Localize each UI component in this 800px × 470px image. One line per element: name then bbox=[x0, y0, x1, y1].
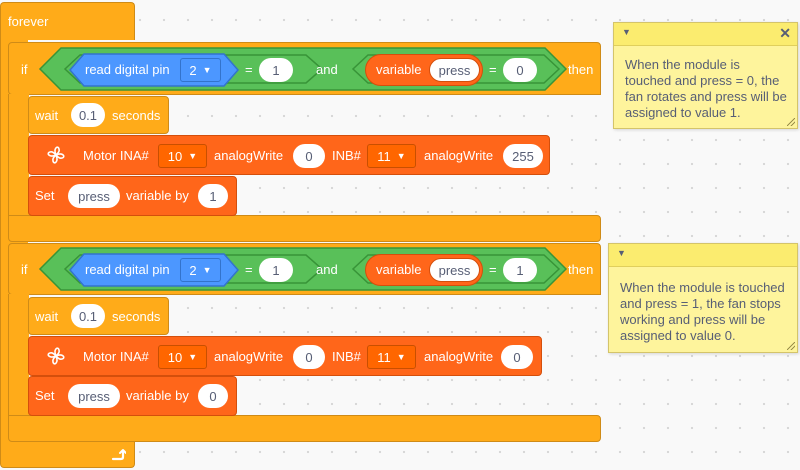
motor-label-1: Motor INA# bbox=[83, 148, 149, 163]
wait-value-2[interactable]: 0.1 bbox=[71, 304, 105, 328]
analogwrite-label-2a: analogWrite bbox=[214, 349, 284, 364]
resize-grip-icon[interactable] bbox=[787, 342, 795, 350]
variable-name-2[interactable]: press bbox=[429, 258, 480, 282]
if-1-bottom bbox=[8, 215, 601, 242]
equals-value-1b[interactable]: 0 bbox=[503, 58, 537, 82]
pin-value-2: 2 bbox=[189, 262, 197, 278]
ina-dropdown-2[interactable]: 10 ▼ bbox=[158, 345, 207, 369]
set-value-1[interactable]: 1 bbox=[198, 184, 228, 208]
caret-down-icon: ▼ bbox=[396, 352, 406, 362]
comment-header-2[interactable]: ▼ bbox=[609, 244, 797, 267]
caret-down-icon: ▼ bbox=[202, 265, 212, 275]
pin-value-1: 2 bbox=[189, 62, 197, 78]
if-2-then-label: then bbox=[568, 262, 594, 277]
caret-down-icon: ▼ bbox=[202, 65, 212, 75]
if-2-label: if bbox=[21, 262, 28, 277]
caret-down-icon[interactable]: ▼ bbox=[617, 248, 626, 258]
variable-label-2: variable bbox=[376, 262, 422, 277]
inb-value-1: 11 bbox=[377, 148, 391, 164]
wait-value-1[interactable]: 0.1 bbox=[71, 103, 105, 127]
resize-grip-icon[interactable] bbox=[787, 118, 795, 126]
wait-label-2: wait bbox=[35, 309, 59, 324]
if-1-then-label: then bbox=[568, 62, 594, 77]
set-by-label-1: variable by bbox=[126, 188, 189, 203]
if-1-label: if bbox=[21, 62, 28, 77]
inb-label-2: INB# bbox=[332, 349, 361, 364]
set-value-2[interactable]: 0 bbox=[198, 384, 228, 408]
forever-label: forever bbox=[8, 14, 49, 29]
close-icon[interactable]: ✕ bbox=[779, 25, 791, 42]
set-label-2: Set bbox=[35, 388, 55, 403]
analogwrite-label-1b: analogWrite bbox=[424, 148, 494, 163]
caret-down-icon: ▼ bbox=[188, 352, 198, 362]
equals-value-1a[interactable]: 1 bbox=[259, 58, 293, 82]
pin-dropdown-2[interactable]: 2 ▼ bbox=[180, 258, 221, 282]
read-digital-pin-label-2: read digital pin bbox=[85, 262, 170, 277]
analogwrite-label-2b: analogWrite bbox=[424, 349, 494, 364]
caret-down-icon: ▼ bbox=[188, 151, 198, 161]
if-2-arm bbox=[8, 294, 29, 416]
motor-label-2: Motor INA# bbox=[83, 349, 149, 364]
analogwrite-value-2a[interactable]: 0 bbox=[293, 345, 325, 369]
variable-name-1[interactable]: press bbox=[429, 58, 480, 82]
analogwrite-value-2b[interactable]: 0 bbox=[501, 345, 533, 369]
inb-value-2: 11 bbox=[377, 349, 391, 365]
comment-header-1[interactable]: ▼ ✕ bbox=[614, 23, 797, 46]
equals-1a: = bbox=[245, 62, 253, 77]
wait-label-1: wait bbox=[35, 108, 59, 123]
if-2-bottom bbox=[8, 415, 601, 442]
fan-icon bbox=[44, 143, 68, 170]
ina-value-2: 10 bbox=[167, 349, 183, 365]
ina-value-1: 10 bbox=[167, 148, 183, 164]
set-by-label-2: variable by bbox=[126, 388, 189, 403]
wait-seconds-1: seconds bbox=[112, 108, 161, 123]
set-variable-name-1[interactable]: press bbox=[68, 184, 120, 208]
comment-text-2[interactable]: When the module is touched and press = 1… bbox=[620, 280, 789, 344]
set-label-1: Set bbox=[35, 188, 55, 203]
analogwrite-value-1a[interactable]: 0 bbox=[293, 144, 325, 168]
inb-dropdown-1[interactable]: 11 ▼ bbox=[367, 144, 416, 168]
equals-2a: = bbox=[245, 262, 253, 277]
and-label-2: and bbox=[316, 262, 338, 277]
wait-seconds-2: seconds bbox=[112, 309, 161, 324]
pin-dropdown-1[interactable]: 2 ▼ bbox=[180, 58, 221, 82]
caret-down-icon[interactable]: ▼ bbox=[622, 27, 631, 37]
analogwrite-label-1a: analogWrite bbox=[214, 148, 284, 163]
equals-value-2a[interactable]: 1 bbox=[259, 258, 293, 282]
read-digital-pin-label-1: read digital pin bbox=[85, 62, 170, 77]
set-variable-name-2[interactable]: press bbox=[68, 384, 120, 408]
comment-note-1[interactable]: ▼ ✕ When the module is touched and press… bbox=[613, 22, 798, 129]
and-label-1: and bbox=[316, 62, 338, 77]
caret-down-icon: ▼ bbox=[396, 151, 406, 161]
comment-text-1[interactable]: When the module is touched and press = 0… bbox=[625, 57, 789, 121]
comment-note-2[interactable]: ▼ When the module is touched and press =… bbox=[608, 243, 798, 353]
loop-arrow-icon bbox=[110, 447, 127, 466]
if-1-arm bbox=[8, 94, 29, 216]
equals-1b: = bbox=[489, 62, 497, 77]
analogwrite-value-1b[interactable]: 255 bbox=[503, 144, 543, 168]
equals-value-2b[interactable]: 1 bbox=[503, 258, 537, 282]
inb-dropdown-2[interactable]: 11 ▼ bbox=[367, 345, 416, 369]
inb-label-1: INB# bbox=[332, 148, 361, 163]
variable-label-1: variable bbox=[376, 62, 422, 77]
equals-2b: = bbox=[489, 262, 497, 277]
ina-dropdown-1[interactable]: 10 ▼ bbox=[158, 144, 207, 168]
fan-icon bbox=[44, 344, 68, 371]
